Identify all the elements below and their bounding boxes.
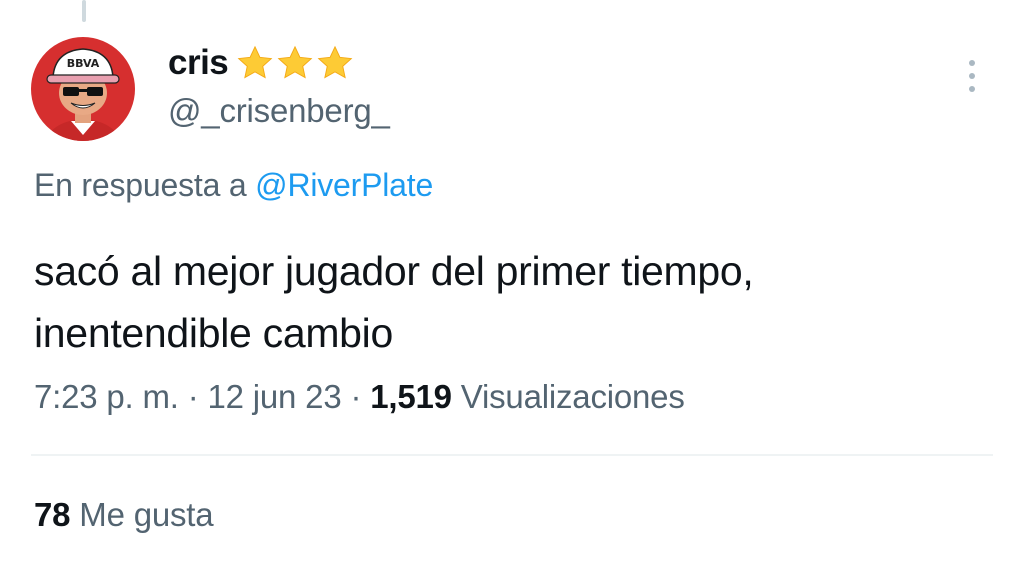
reply-to-handle-link[interactable]: @RiverPlate: [255, 167, 433, 203]
tweet-text-line: inentendible cambio: [34, 310, 393, 356]
meta-separator: ·: [187, 378, 199, 415]
author-name-row[interactable]: cris: [168, 40, 354, 86]
views-count: 1,519: [370, 378, 452, 415]
more-vertical-icon: [969, 60, 975, 66]
reply-context: En respuesta a @RiverPlate: [34, 167, 433, 204]
star-icon: [317, 45, 353, 79]
more-options-button[interactable]: [958, 56, 986, 96]
thread-connector-line: [82, 0, 86, 22]
reply-prefix: En respuesta a: [34, 167, 247, 203]
avatar[interactable]: BBVA: [31, 37, 135, 141]
avatar-image: BBVA: [31, 37, 135, 141]
more-vertical-icon-dot: [969, 73, 975, 79]
avatar-hat-text: BBVA: [67, 57, 100, 70]
tweet-time-link[interactable]: 7:23 p. m.: [34, 378, 179, 415]
tweet-metadata: 7:23 p. m. · 12 jun 23 · 1,519 Visualiza…: [34, 378, 685, 416]
more-vertical-icon-dot: [969, 86, 975, 92]
star-icon: [237, 45, 273, 79]
star-icon: [277, 45, 313, 79]
likes-count: 78: [34, 496, 71, 533]
likes-label: Me gusta: [79, 496, 214, 533]
meta-separator: ·: [350, 378, 362, 415]
tweet-text-line: sacó al mejor jugador del primer tiempo,: [34, 248, 754, 294]
author-handle[interactable]: @_crisenberg_: [168, 92, 390, 130]
views-label: Visualizaciones: [460, 378, 685, 415]
author-badges: [236, 44, 354, 82]
divider: [31, 454, 993, 456]
tweet-date-link[interactable]: 12 jun 23: [207, 378, 341, 415]
author-display-name[interactable]: cris: [168, 43, 229, 83]
likes-link[interactable]: 78 Me gusta: [34, 496, 214, 534]
tweet-text: sacó al mejor jugador del primer tiempo,…: [34, 240, 984, 364]
